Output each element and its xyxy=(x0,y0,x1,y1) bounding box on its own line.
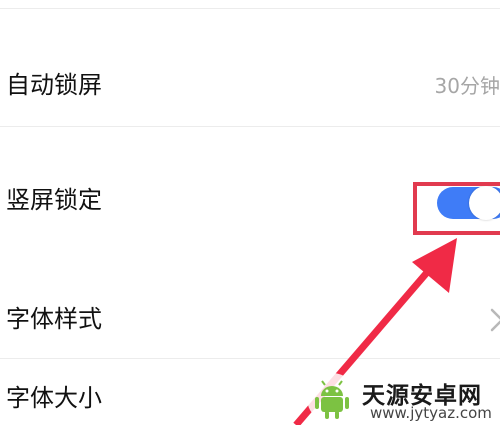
divider-auto-lock xyxy=(0,126,500,127)
highlight-box xyxy=(413,182,500,235)
top-divider xyxy=(0,8,500,9)
setting-label-font-size: 字体大小 xyxy=(6,384,102,412)
setting-row-font-style[interactable]: 字体样式 xyxy=(0,280,500,358)
watermark-url: www.jytyaz.com xyxy=(370,404,492,422)
watermark: 天源安卓网 www.jytyaz.com xyxy=(306,372,500,425)
setting-label-font-style: 字体样式 xyxy=(6,305,102,333)
chevron-right-icon xyxy=(490,308,500,332)
setting-value-auto-lock: 30分钟 xyxy=(434,74,500,98)
android-logo-icon xyxy=(307,373,357,423)
setting-label-auto-lock: 自动锁屏 xyxy=(6,71,102,99)
setting-row-auto-lock[interactable]: 自动锁屏 30分钟 xyxy=(0,40,500,126)
setting-label-portrait-lock: 竖屏锁定 xyxy=(6,186,102,214)
